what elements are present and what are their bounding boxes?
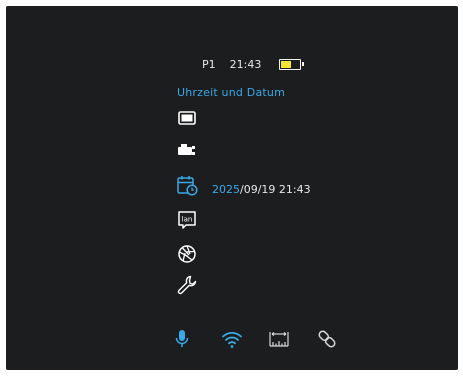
- status-bar: P1 21:43: [202, 54, 305, 74]
- microphone-icon: [175, 330, 189, 347]
- menu-item-tools[interactable]: [175, 273, 199, 297]
- date-rest: /09/19 21:43: [240, 183, 311, 196]
- date-time-value: 2025/09/19 21:43: [212, 183, 311, 196]
- battery-icon: [279, 58, 305, 70]
- profile-label: P1: [202, 57, 216, 71]
- wifi-button[interactable]: [219, 326, 245, 352]
- menu-item-image-settings[interactable]: [175, 242, 199, 266]
- menu-item-display[interactable]: [175, 106, 199, 130]
- link-icon: [318, 330, 336, 348]
- date-year: 2025: [212, 183, 240, 196]
- language-icon-text: lan: [182, 216, 193, 224]
- language-icon: lan: [178, 211, 196, 229]
- camera-recorder-icon: [178, 144, 195, 155]
- clock-time: 21:43: [229, 57, 262, 71]
- microphone-button[interactable]: [169, 326, 195, 352]
- rangefinder-icon: [269, 332, 289, 347]
- aperture-icon: [178, 245, 196, 263]
- menu-item-time-date[interactable]: [175, 173, 199, 197]
- device-screen: P1 21:43 Uhrzeit und Datum 2025/09/19 21…: [6, 6, 458, 370]
- rangefinder-button[interactable]: [266, 326, 292, 352]
- menu-item-recording[interactable]: [175, 138, 199, 162]
- menu-title: Uhrzeit und Datum: [177, 86, 285, 99]
- battery-level: [281, 60, 292, 68]
- link-button[interactable]: [314, 326, 340, 352]
- wrench-icon: [177, 275, 197, 295]
- menu-item-language[interactable]: lan: [175, 208, 199, 232]
- display-icon: [178, 111, 196, 125]
- calendar-clock-icon: [177, 176, 198, 196]
- wifi-icon: [222, 332, 242, 348]
